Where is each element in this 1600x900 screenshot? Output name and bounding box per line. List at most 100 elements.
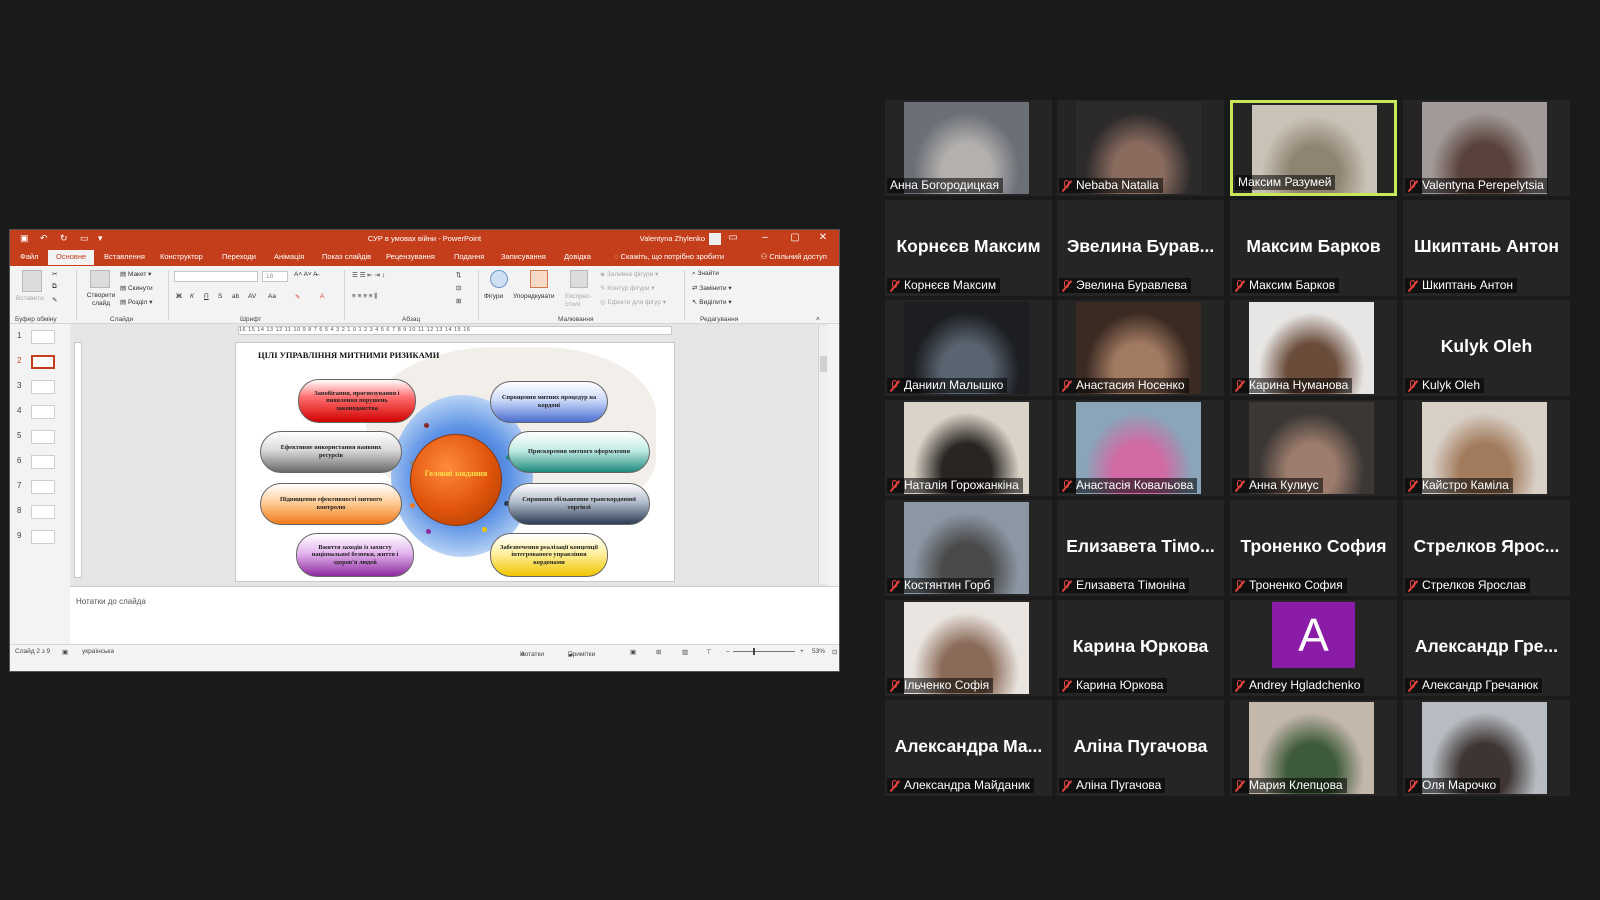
thumbnail-slide[interactable]: 3 [10,378,70,403]
normal-view-icon[interactable]: ▣ [630,648,636,656]
participant-tile[interactable]: Максим Разумей [1230,100,1397,196]
zoom-level[interactable]: 53% [812,648,825,655]
participant-tile[interactable]: Карина Юркова Карина Юркова [1057,600,1224,696]
participant-tile[interactable]: Анастасия Носенко [1057,300,1224,396]
font-size-input[interactable]: 18 [262,271,288,282]
tab-recording[interactable]: Записування [501,252,546,261]
tab-slideshow[interactable]: Показ слайдів [322,252,371,261]
tab-design[interactable]: Конструктор [160,252,203,261]
user-name[interactable]: Valentyna Zhylenko [640,234,705,243]
participant-tile[interactable]: Эвелина Бурав... Эвелина Буравлева [1057,200,1224,296]
notes-pane[interactable]: Нотатки до слайда [70,586,839,644]
language-status[interactable]: українська [82,648,114,655]
shapes-button[interactable]: Фігури [484,293,503,300]
participant-tile[interactable]: Анна Богородицкая [885,100,1052,196]
tab-insert[interactable]: Вставлення [104,252,145,261]
powerpoint-window[interactable]: ▣ ↶ ↻ ▭ ▾ СУР в умовах війни - PowerPoin… [9,229,840,672]
thumbnail-slide[interactable]: 7 [10,478,70,503]
strikethrough-icon[interactable]: ab [232,293,239,300]
slide-thumbnail[interactable] [31,530,55,544]
grow-font-icon[interactable]: A˄ A˅ A̶ [294,271,318,278]
tab-review[interactable]: Рецензування [386,252,435,261]
replace-button[interactable]: ⇄ Замінити ▾ [692,284,732,292]
participant-tile[interactable]: Kulyk Oleh Kulyk Oleh [1403,300,1570,396]
slide-thumbnail[interactable] [31,430,55,444]
shape-fill-button[interactable]: ◈ Заливка фігури ▾ [600,270,658,278]
tab-file[interactable]: Файл [20,252,38,261]
change-case-icon[interactable]: Aa [268,293,276,300]
slide-thumbnail[interactable] [31,330,55,344]
slide-thumbnail-active[interactable] [31,355,55,369]
participant-tile[interactable]: Александра Ма... Александра Майданик [885,700,1052,796]
paste-icon[interactable] [22,270,42,292]
char-spacing-icon[interactable]: AV [248,293,256,300]
goal-pill[interactable]: Спрощення митних процедур на кордоні [490,381,608,423]
participant-tile[interactable]: Кайстро Каміла [1403,400,1570,496]
quick-styles-icon[interactable] [570,270,588,288]
thumbnail-slide[interactable]: 1 [10,328,70,353]
zoom-out-icon[interactable]: – [726,648,730,655]
layout-button[interactable]: ▤ Макет ▾ [120,270,151,278]
thumbnail-slide[interactable]: 9 [10,528,70,553]
participant-tile[interactable]: Nebaba Natalia [1057,100,1224,196]
thumbnail-slide[interactable]: 4 [10,403,70,428]
goal-pill[interactable]: Запобігання, прогнозування і виявлення п… [298,379,416,423]
goal-pill[interactable]: Вжиття заходів із захисту національної б… [296,533,414,577]
goal-pill[interactable]: Підвищення ефективності митного контролю [260,483,402,525]
cut-icon[interactable]: ✂ [52,270,57,278]
participant-tile[interactable]: Троненко София Троненко София [1230,500,1397,596]
align-icon[interactable]: ≡ ≡ ≡ ≡ ⫼ [352,293,377,301]
quick-styles-button[interactable]: Експрес-стилі [565,293,593,309]
bullets-icon[interactable]: ☰ ☰ ⇤ ⇥ ↕ [352,271,385,279]
participant-tile[interactable]: Максим Барков Максим Барков [1230,200,1397,296]
zoom-slider-thumb[interactable] [753,648,755,655]
copy-icon[interactable]: ⧉ [52,283,57,291]
participant-tile[interactable]: Карина Нуманова [1230,300,1397,396]
share-button[interactable]: ⚇ Спільний доступ [761,252,827,261]
arrange-icon[interactable] [530,270,548,288]
shadow-icon[interactable]: S [218,293,222,300]
italic-icon[interactable]: К [190,293,194,300]
participant-tile[interactable]: Стрелков Ярос... Стрелков Ярослав [1403,500,1570,596]
participant-tile[interactable]: Оля Марочко [1403,700,1570,796]
slide-thumbnail[interactable] [31,480,55,494]
participant-tile[interactable]: Елизавета Тімо... Елизавета Тімоніна [1057,500,1224,596]
highlight-icon[interactable]: ✎ [295,293,300,301]
participant-tile[interactable]: Наталія Горожанкіна [885,400,1052,496]
minimize-icon[interactable]: – [751,232,779,243]
font-color-icon[interactable]: A [320,293,324,300]
participant-tile[interactable]: A Andrey Hgladchenko [1230,600,1397,696]
collapse-ribbon-icon[interactable]: ˄ [816,316,820,323]
underline-icon[interactable]: П [204,293,209,300]
tab-home[interactable]: Основне [48,250,95,265]
paste-button[interactable]: Вставити [16,295,44,302]
tab-help[interactable]: Довідка [564,252,591,261]
participant-tile[interactable]: Анна Кулиус [1230,400,1397,496]
slide-thumbnail[interactable] [31,405,55,419]
slideshow-view-icon[interactable]: ⊤ [706,648,712,656]
tell-me-box[interactable]: ◌ Скажіть, що потрібно зробити [614,252,724,261]
participant-tile[interactable]: Шкиптань Антон Шкиптань Антон [1403,200,1570,296]
participant-tile[interactable]: Даниил Малышко [885,300,1052,396]
tab-transitions[interactable]: Переходи [222,252,256,261]
arrange-button[interactable]: Упорядкувати [513,293,554,300]
thumbnail-slide[interactable]: 5 [10,428,70,453]
slide-canvas[interactable]: ЦІЛІ УПРАВЛІННЯ МИТНИМИ РИЗИКАМИ Головні… [235,342,675,582]
participant-tile[interactable]: Александр Гре... Александр Гречанюк [1403,600,1570,696]
find-button[interactable]: ⌕ Знайти [692,270,719,278]
zoom-in-icon[interactable]: + [800,648,804,655]
vertical-scrollbar[interactable] [818,326,828,584]
close-icon[interactable]: ✕ [809,232,837,243]
align-text-icon[interactable]: ⊟ [456,284,461,292]
section-button[interactable]: ▤ Розділ ▾ [120,298,153,306]
thumbnail-slide[interactable]: 6 [10,453,70,478]
slide-thumbnail[interactable] [31,380,55,394]
bold-icon[interactable]: Ж [176,293,182,300]
reset-button[interactable]: ▤ Скинути [120,284,153,292]
participant-tile[interactable]: Ільченко Софія [885,600,1052,696]
slide-title[interactable]: ЦІЛІ УПРАВЛІННЯ МИТНИМИ РИЗИКАМИ [258,350,439,360]
spellcheck-icon[interactable]: ▣ [62,648,68,656]
fit-slide-icon[interactable]: ⊡ [832,648,837,656]
participant-tile[interactable]: Valentyna Perepelytsia [1403,100,1570,196]
notes-placeholder[interactable]: Нотатки до слайда [76,597,146,606]
